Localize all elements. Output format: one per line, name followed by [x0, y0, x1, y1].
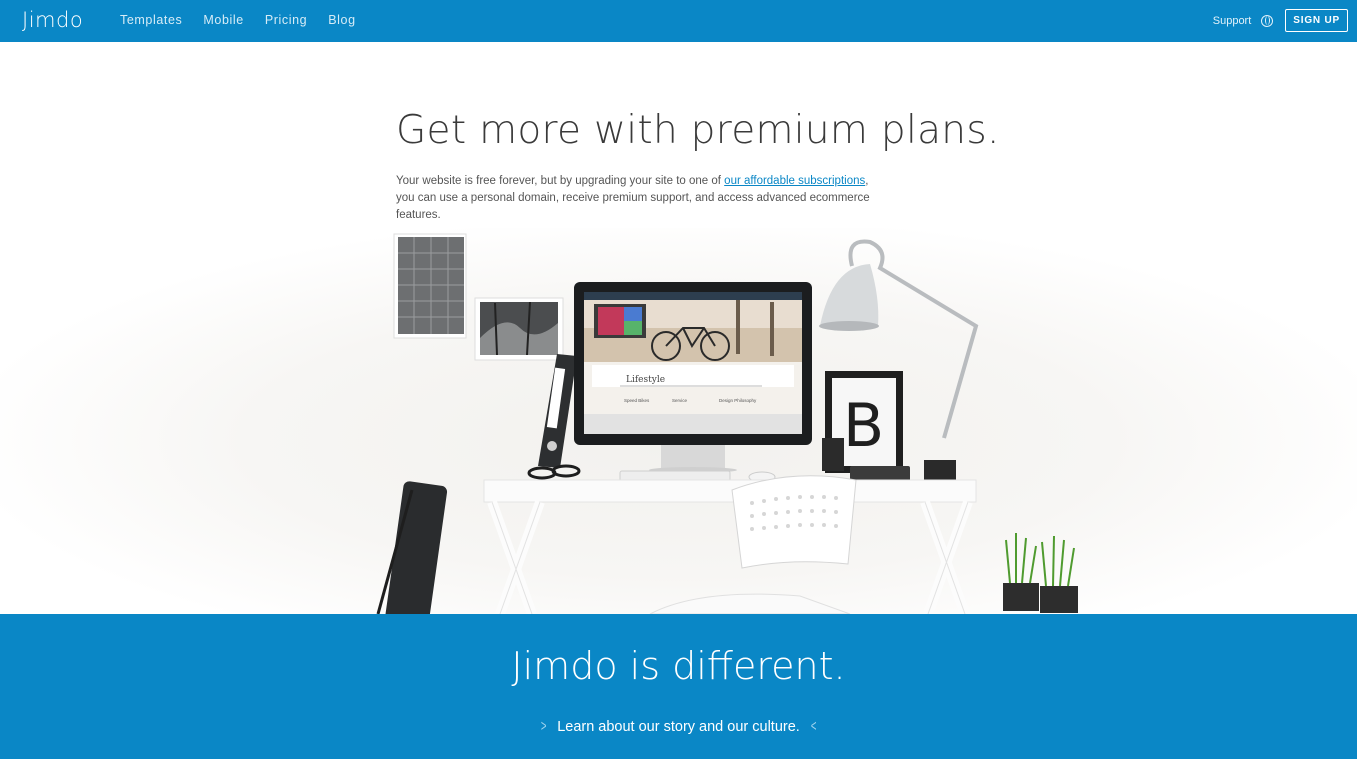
- main-nav: Templates Mobile Pricing Blog: [120, 13, 356, 27]
- poster-tube: [376, 481, 448, 614]
- wall-photo-trees: [474, 297, 564, 361]
- hero-illustration: Lifestyle Speed Bikes Service Design Phi…: [0, 228, 1357, 614]
- page-title: Get more with premium plans.: [396, 108, 1000, 153]
- desk: [483, 479, 977, 614]
- subscriptions-link[interactable]: our affordable subscriptions: [724, 175, 865, 187]
- nav-pricing[interactable]: Pricing: [265, 13, 307, 27]
- band-title: Jimdo is different.: [511, 644, 846, 688]
- glasses: [527, 464, 581, 480]
- screen-site-title: Lifestyle: [626, 375, 665, 385]
- jimdo-logo[interactable]: Jimdo: [22, 8, 83, 32]
- potted-plants: [1003, 533, 1078, 613]
- nav-blog[interactable]: Blog: [328, 13, 355, 27]
- top-navigation: Jimdo Templates Mobile Pricing Blog Supp…: [0, 0, 1357, 42]
- hero-description: Your website is free forever, but by upg…: [396, 173, 881, 224]
- hero-text-before: Your website is free forever, but by upg…: [396, 175, 725, 187]
- binder: [538, 354, 577, 468]
- desk-scene: Lifestyle Speed Bikes Service Design Phi…: [376, 233, 1078, 614]
- screen-column-1: Speed Bikes: [624, 398, 650, 403]
- monitor: Lifestyle Speed Bikes Service Design Phi…: [574, 282, 812, 473]
- chevron-right-icon: >: [540, 718, 547, 735]
- pen-holder: [822, 438, 844, 471]
- about-band: Jimdo is different. > Learn about our sto…: [0, 614, 1357, 759]
- wall-photo-building: [393, 233, 467, 339]
- story-culture-link[interactable]: Learn about our story and our culture.: [557, 719, 800, 735]
- chevron-left-icon: <: [810, 718, 817, 735]
- globe-icon[interactable]: [1261, 14, 1274, 27]
- header-tools: Support SIGN UP: [1213, 9, 1348, 32]
- nav-mobile[interactable]: Mobile: [203, 13, 243, 27]
- svg-text:B: B: [843, 391, 884, 461]
- support-link[interactable]: Support: [1213, 15, 1252, 27]
- band-link-row: > Learn about our story and our culture. <: [0, 718, 1357, 736]
- screen-column-2: Service: [672, 398, 688, 403]
- nav-templates[interactable]: Templates: [120, 13, 182, 27]
- screen-column-3: Design Philosophy: [719, 398, 757, 403]
- sign-up-button[interactable]: SIGN UP: [1285, 9, 1348, 32]
